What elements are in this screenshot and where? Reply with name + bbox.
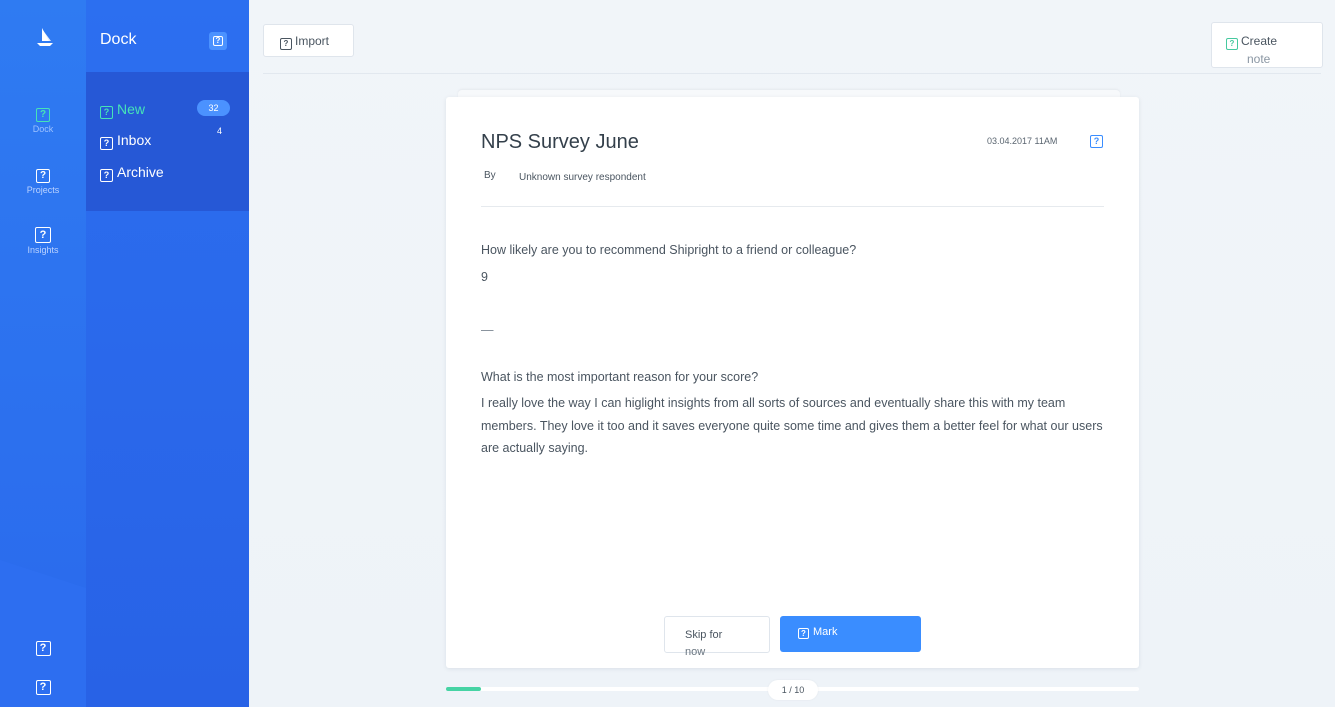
- question-1: How likely are you to recommend Shiprigh…: [481, 243, 857, 257]
- rail-item-label: Dock: [32, 124, 54, 134]
- dock-header: Dock ?: [86, 0, 249, 72]
- dock-item-new[interactable]: ? New: [100, 101, 145, 119]
- app-logo-icon[interactable]: [34, 26, 56, 48]
- rail-item-label: Projects: [26, 185, 60, 195]
- note-date: 03.04.2017 11AM: [987, 136, 1058, 146]
- dock-options-button[interactable]: ?: [209, 32, 227, 50]
- help-button[interactable]: ?: [0, 638, 86, 656]
- dock-item-archive[interactable]: ? Archive: [100, 164, 164, 182]
- rail-item-projects[interactable]: ? Projects: [0, 165, 86, 195]
- skip-button[interactable]: Skip for now: [664, 616, 770, 658]
- skip-label-line1: Skip for: [685, 629, 723, 641]
- note-author: Unknown survey respondent: [519, 172, 646, 183]
- dock-item-label: New: [117, 101, 146, 117]
- mark-button[interactable]: ? Mark: [780, 616, 921, 652]
- new-count-badge: 32: [197, 100, 230, 116]
- card-divider: [481, 206, 1104, 207]
- dock-options-icon: ?: [213, 36, 223, 46]
- answer-1: 9: [481, 270, 488, 284]
- rail-item-dock[interactable]: ? Dock: [0, 104, 86, 134]
- create-label-line1: Create: [1241, 34, 1278, 48]
- create-note-button[interactable]: ? Create note: [1211, 22, 1323, 68]
- skip-label-line2: now: [685, 646, 706, 658]
- import-label: Import: [295, 34, 330, 48]
- rail-item-label: Insights: [27, 245, 59, 255]
- answer-2[interactable]: I really love the way I can higlight ins…: [481, 392, 1111, 460]
- profile-icon: ?: [35, 680, 51, 695]
- inbox-icon: ?: [100, 137, 113, 150]
- progress-fill: [446, 687, 481, 691]
- rail-decoration: [0, 560, 86, 588]
- create-note-icon: ?: [1226, 38, 1238, 50]
- projects-icon: ?: [36, 169, 50, 183]
- question-2: What is the most important reason for yo…: [481, 370, 759, 384]
- import-button[interactable]: ? Import: [263, 24, 354, 57]
- new-icon: ?: [100, 106, 113, 119]
- help-icon: ?: [35, 641, 51, 656]
- dock-item-label: Archive: [117, 164, 164, 180]
- note-title: NPS Survey June: [481, 131, 639, 153]
- dock-item-inbox[interactable]: ? Inbox: [100, 132, 151, 150]
- app-rail: ? Dock ? Projects ? Insights ? ?: [0, 0, 86, 707]
- create-label-line2: note: [1247, 52, 1271, 66]
- profile-button[interactable]: ?: [0, 677, 86, 695]
- dock-icon: ?: [36, 108, 50, 122]
- by-label: By: [484, 170, 496, 181]
- mark-icon: ?: [798, 628, 809, 639]
- rail-item-insights[interactable]: ? Insights: [0, 225, 86, 255]
- progress-label: 1 / 10: [768, 680, 818, 700]
- note-info-icon[interactable]: ?: [1090, 135, 1103, 148]
- dock-list: ? New 32 ? Inbox 4 ? Archive: [86, 72, 249, 211]
- dock-title: Dock: [100, 31, 137, 48]
- note-card: NPS Survey June 03.04.2017 11AM ? By Unk…: [446, 97, 1139, 668]
- answer-separator: —: [481, 323, 494, 337]
- inbox-count: 4: [217, 126, 223, 136]
- dock-item-label: Inbox: [117, 132, 152, 148]
- mark-label: Mark: [813, 626, 838, 638]
- toolbar-divider: [263, 73, 1321, 74]
- insights-icon: ?: [35, 227, 51, 243]
- archive-icon: ?: [100, 169, 113, 182]
- import-icon: ?: [280, 38, 292, 50]
- dock-panel: Dock ? ? New 32 ? Inbox 4 ? Archive: [86, 0, 249, 707]
- main-area: ? Import ? Create note NPS Survey June 03.…: [249, 0, 1335, 707]
